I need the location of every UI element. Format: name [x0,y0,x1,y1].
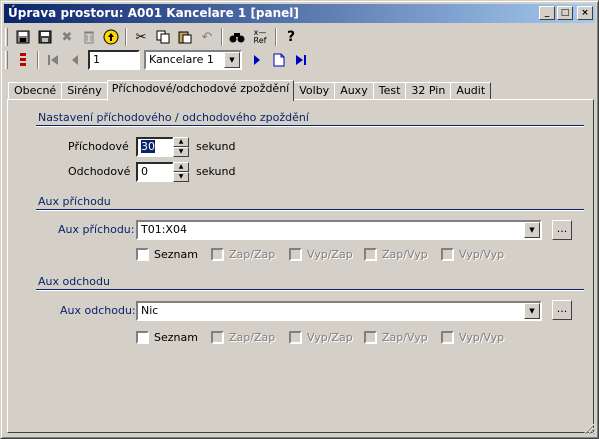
aux-exit-label: Aux odchodu: [60,304,136,317]
ref-label: Ref [253,36,267,45]
resize-grip-icon[interactable] [583,423,595,435]
chevron-down-icon[interactable]: ▼ [224,52,240,68]
spin-up-icon[interactable]: ▲ [173,137,189,147]
aux-exit-vypzap-label: Vyp/Zap [307,331,353,344]
aux-exit-zapzap-label: Zap/Zap [229,331,276,344]
tab-32pin[interactable]: 32 Pin [405,82,452,100]
refresh-icon[interactable]: x— Ref [248,26,272,48]
toolbar-nav: 1 Kancelare 1 ▼ [5,49,312,71]
paste-icon[interactable] [174,26,196,48]
aux-exit-vypvyp-label: Vyp/Vyp [459,331,505,344]
aux-entry-label: Aux příchodu: [58,223,135,236]
find-icon[interactable] [226,26,248,48]
undo-icon[interactable]: ↶ [196,26,218,48]
up-icon[interactable] [100,26,122,48]
toolbar-main: ✖ ✂ ↶ x— Ref ? [5,26,302,48]
tab-delay[interactable]: Příchodové/odchodové zpoždění [106,80,295,101]
spin-down-icon[interactable]: ▼ [173,172,189,182]
record-select[interactable]: Kancelare 1 ▼ [144,50,242,70]
entry-delay-input[interactable]: 30 [136,137,174,157]
aux-entry-vypzap-label: Vyp/Zap [307,248,353,261]
cut-icon[interactable]: ✂ [130,26,152,48]
close-button[interactable]: × [577,6,593,20]
section-divider [36,209,584,211]
delay-section-title: Nastavení příchodového / odchodového zpo… [38,111,309,124]
chevron-down-icon[interactable]: ▼ [524,303,540,319]
record-list-icon[interactable] [12,49,34,71]
aux-entry-vypvyp-checkbox[interactable] [441,248,454,261]
aux-exit-seznam-label: Seznam [154,331,198,344]
aux-entry-value: T01:X04 [141,223,187,236]
aux-exit-value: Nic [141,304,159,317]
tab-panel: Nastavení příchodového / odchodového zpo… [7,99,594,433]
save-close-icon[interactable] [34,26,56,48]
cancel-icon[interactable]: ✖ [56,26,78,48]
toolbar-grip [5,28,8,46]
aux-exit-seznam-checkbox[interactable] [136,331,149,344]
aux-entry-zapzap-label: Zap/Zap [229,248,276,261]
save-icon[interactable] [12,26,34,48]
aux-entry-select[interactable]: T01:X04 ▼ [136,220,542,240]
aux-exit-select[interactable]: Nic ▼ [136,301,542,321]
tab-obecne[interactable]: Obecné [8,82,63,100]
new-record-icon[interactable] [268,49,290,71]
aux-entry-zapzap-checkbox[interactable] [211,248,224,261]
maximize-button[interactable]: □ [557,6,573,20]
copy-icon[interactable] [152,26,174,48]
last-record-icon[interactable] [290,49,312,71]
title-bar[interactable]: Úprava prostoru: A001 Kancelare 1 [panel… [4,4,595,23]
aux-exit-zapvyp-label: Zap/Vyp [382,331,428,344]
section-divider [36,125,584,127]
aux-entry-seznam-label: Seznam [154,248,198,261]
section-divider [36,289,584,291]
entry-delay-label: Příchodové [68,140,129,153]
aux-exit-vypzap-checkbox[interactable] [289,331,302,344]
aux-entry-vypvyp-label: Vyp/Vyp [459,248,505,261]
aux-exit-zapzap-checkbox[interactable] [211,331,224,344]
aux-exit-section-title: Aux odchodu [38,275,110,288]
toolbar-grip [5,51,8,69]
entry-delay-value: 30 [141,140,155,153]
exit-delay-unit: sekund [196,165,236,178]
tab-volby[interactable]: Volby [293,82,336,100]
aux-exit-vypvyp-checkbox[interactable] [441,331,454,344]
aux-entry-vypzap-checkbox[interactable] [289,248,302,261]
delete-icon[interactable] [78,26,100,48]
next-record-icon[interactable] [246,49,268,71]
spin-down-icon[interactable]: ▼ [173,147,189,157]
chevron-down-icon[interactable]: ▼ [524,222,540,238]
exit-delay-spinner[interactable]: ▲ ▼ [173,162,189,182]
toolbar-separator [37,51,39,69]
dialog-window: Úprava prostoru: A001 Kancelare 1 [panel… [0,0,599,439]
aux-entry-seznam-checkbox[interactable] [136,248,149,261]
spin-up-icon[interactable]: ▲ [173,162,189,172]
aux-exit-browse-button[interactable]: ... [552,300,572,320]
prev-record-icon[interactable] [64,49,86,71]
toolbar-separator [275,28,277,46]
toolbar-separator [221,28,223,46]
toolbar-separator [125,28,127,46]
tab-audit[interactable]: Audit [450,82,492,100]
aux-entry-zapvyp-checkbox[interactable] [364,248,377,261]
tab-strip: Obecné Sirény Příchodové/odchodové zpožd… [8,80,492,101]
window-title: Úprava prostoru: A001 Kancelare 1 [panel… [8,6,299,20]
record-select-value: Kancelare 1 [149,53,214,66]
minimize-button[interactable]: _ [539,6,555,20]
exit-delay-input[interactable]: 0 [136,162,174,182]
first-record-icon[interactable] [42,49,64,71]
entry-delay-spinner[interactable]: ▲ ▼ [173,137,189,157]
exit-delay-label: Odchodové [68,165,131,178]
aux-entry-zapvyp-label: Zap/Vyp [382,248,428,261]
tab-auxy[interactable]: Auxy [334,82,374,100]
help-icon[interactable]: ? [280,26,302,48]
entry-delay-unit: sekund [196,140,236,153]
tab-test[interactable]: Test [372,82,407,100]
aux-entry-section-title: Aux příchodu [38,195,111,208]
aux-exit-zapvyp-checkbox[interactable] [364,331,377,344]
record-number-input[interactable]: 1 [88,50,140,70]
aux-entry-browse-button[interactable]: ... [552,220,572,240]
tab-sireny[interactable]: Sirény [61,82,108,100]
